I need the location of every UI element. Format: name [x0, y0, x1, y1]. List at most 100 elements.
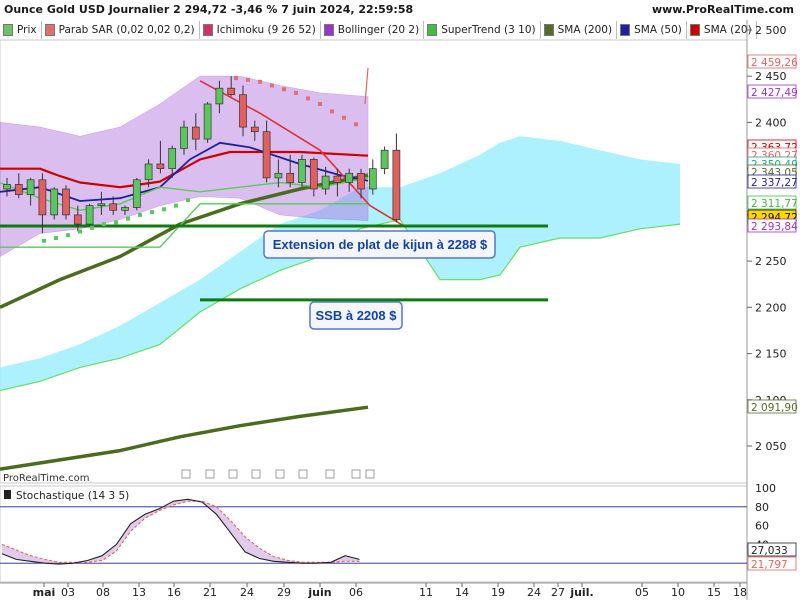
event-icon[interactable]	[298, 469, 308, 479]
y-tick-label: 2 050	[755, 440, 787, 453]
stoch-label: Stochastique (14 3 5)	[16, 490, 129, 502]
event-icon[interactable]	[181, 469, 191, 479]
sar-dot	[330, 109, 334, 114]
event-icon[interactable]	[205, 469, 215, 479]
event-icon[interactable]	[251, 469, 261, 479]
candle-body	[321, 175, 330, 190]
candle-body	[392, 149, 401, 220]
price-label-text: 2 427,49	[751, 87, 798, 99]
x-tick-label: 16	[167, 586, 181, 599]
candle-body	[156, 163, 165, 169]
sar-dot	[354, 122, 358, 127]
stoch-k-value: 27,033	[751, 545, 788, 557]
sma-200-lower-line	[0, 405, 369, 471]
sar-dot	[186, 198, 190, 203]
x-tick-label: 13	[132, 586, 146, 599]
candle-body	[286, 172, 295, 183]
event-icon[interactable]	[325, 469, 335, 479]
candle-body	[203, 103, 212, 140]
price-label-text: 2 459,26	[751, 57, 798, 69]
sar-dot	[246, 77, 250, 82]
price-chart[interactable]: 2 0502 1002 1502 2002 2502 3002 3502 400…	[0, 0, 800, 600]
x-tick-label: 21	[203, 586, 217, 599]
candle-body	[109, 203, 118, 211]
sar-dot	[150, 210, 154, 215]
sar-dot	[342, 115, 346, 120]
y-tick-label: 2 400	[755, 116, 787, 129]
sar-dot	[174, 203, 178, 208]
candle-body	[357, 172, 365, 190]
stoch-y-tick-label: 60	[755, 520, 769, 533]
candle-body	[38, 179, 47, 216]
x-tick-label: 05	[635, 586, 649, 599]
sar-dot	[54, 236, 58, 240]
x-tick-label: mai	[33, 586, 56, 599]
x-tick-label: 10	[671, 586, 685, 599]
ssb-annotation: SSB à 2208 $	[309, 301, 403, 330]
x-tick-label: 24	[240, 586, 254, 599]
candle-body	[191, 126, 200, 140]
candle-body	[168, 147, 177, 169]
stoch-y-tick-label: 100	[755, 482, 776, 495]
sar-dot	[42, 238, 46, 243]
candle-body	[50, 188, 59, 216]
sar-dot	[114, 220, 118, 225]
candle-body	[345, 172, 354, 183]
stoch-y-tick-label: 80	[755, 501, 769, 514]
candle-body	[309, 159, 318, 190]
kijun-annotation: Extension de plat de kijun à 2288 $	[263, 230, 496, 259]
sar-dot	[78, 229, 82, 234]
candle-body	[380, 149, 389, 170]
candle-body	[85, 205, 94, 225]
x-tick-label: 15	[707, 586, 721, 599]
candle-body	[121, 207, 129, 211]
candle-body	[144, 163, 153, 181]
sar-dot	[102, 222, 106, 227]
x-tick-label: 29	[277, 586, 291, 599]
sar-dot	[270, 83, 274, 88]
x-tick-label: 08	[96, 586, 110, 599]
price-label-text: 2 091,90	[751, 402, 798, 414]
sar-dot	[90, 225, 94, 230]
x-axis: mai 03 08 13 16 21 24 29 juin 06 11 14 19 24 27 juil. 05…	[33, 583, 747, 599]
x-tick-label: 27	[551, 586, 565, 599]
x-tick-label: 11	[419, 586, 433, 599]
sar-dot	[306, 96, 310, 101]
sar-dot	[66, 233, 70, 238]
event-icon[interactable]	[365, 469, 375, 479]
sar-dot	[138, 212, 142, 217]
candle-body	[239, 94, 247, 128]
candle-body	[180, 126, 188, 149]
sar-dot	[318, 102, 322, 106]
y-tick-label: 2 500	[755, 24, 787, 37]
stoch-k-line	[1, 498, 360, 565]
ssb-annotation-text: SSB à 2208 $	[316, 308, 398, 323]
x-tick-label: juin	[307, 586, 331, 599]
candle-body	[215, 87, 224, 105]
candle-body	[26, 179, 35, 195]
y-tick-label: 2 200	[755, 301, 787, 314]
event-icon[interactable]	[228, 469, 238, 479]
x-tick-label: 06	[349, 586, 363, 599]
event-icon[interactable]	[275, 469, 285, 479]
sar-dot	[126, 216, 130, 221]
stochastic-oscillator	[0, 498, 747, 565]
y-tick-label: 2 150	[755, 348, 787, 361]
candle-body	[3, 184, 11, 190]
x-tick-label: 14	[455, 586, 469, 599]
sar-dot	[258, 79, 262, 84]
y-tick-label: 2 250	[755, 255, 787, 268]
price-label-text: 2 311,77	[751, 198, 798, 210]
candle-body	[62, 188, 70, 216]
main-panel-border	[0, 39, 748, 484]
watermark: ProRealTime.com	[3, 473, 89, 484]
candle-body	[227, 87, 236, 96]
candle-body	[97, 203, 106, 206]
sar-dot	[282, 87, 286, 92]
price-label-text: 2 337,27	[751, 177, 798, 189]
event-icons[interactable]	[181, 469, 375, 479]
event-icon[interactable]	[351, 469, 361, 479]
sar-dot	[234, 76, 238, 81]
x-tick-label: 03	[61, 586, 75, 599]
x-tick-label: juil.	[569, 586, 593, 599]
